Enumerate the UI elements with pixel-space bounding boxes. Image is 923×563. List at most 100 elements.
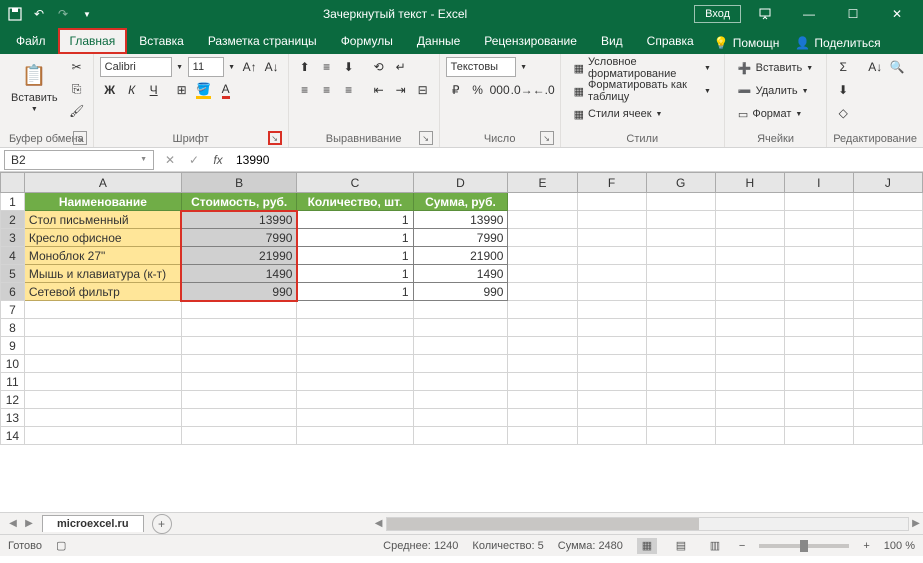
cell[interactable] xyxy=(297,427,413,445)
cell[interactable]: 21990 xyxy=(181,247,297,265)
cell[interactable] xyxy=(784,247,853,265)
cell[interactable] xyxy=(181,301,297,319)
cell[interactable] xyxy=(508,373,577,391)
cell[interactable]: 1 xyxy=(297,283,413,301)
cell[interactable] xyxy=(24,427,181,445)
cell[interactable] xyxy=(715,247,784,265)
cell[interactable]: Наименование xyxy=(24,193,181,211)
cell[interactable] xyxy=(577,301,646,319)
column-header[interactable]: B xyxy=(181,173,297,193)
font-color-icon[interactable]: A xyxy=(216,80,236,100)
row-header[interactable]: 11 xyxy=(1,373,25,391)
cell[interactable]: Стоимость, руб. xyxy=(181,193,297,211)
decrease-decimal-icon[interactable]: ←.0 xyxy=(534,80,554,100)
cell[interactable] xyxy=(853,229,922,247)
cell[interactable]: Сумма, руб. xyxy=(413,193,508,211)
cell[interactable] xyxy=(784,355,853,373)
cell[interactable]: 990 xyxy=(181,283,297,301)
align-bottom-icon[interactable]: ⬇ xyxy=(339,57,359,77)
cell[interactable] xyxy=(413,409,508,427)
cell[interactable] xyxy=(784,211,853,229)
tab-view[interactable]: Вид xyxy=(589,28,635,54)
cell[interactable] xyxy=(646,319,715,337)
copy-icon[interactable]: ⎘ xyxy=(67,79,87,99)
cell[interactable] xyxy=(784,427,853,445)
orientation-icon[interactable]: ⟲ xyxy=(369,57,389,77)
cell[interactable] xyxy=(24,319,181,337)
column-header[interactable]: C xyxy=(297,173,413,193)
cell[interactable] xyxy=(297,373,413,391)
cell[interactable] xyxy=(508,283,577,301)
save-icon[interactable] xyxy=(6,5,24,23)
row-header[interactable]: 8 xyxy=(1,319,25,337)
cell[interactable]: 1 xyxy=(297,265,413,283)
cell[interactable] xyxy=(715,265,784,283)
cell[interactable] xyxy=(297,319,413,337)
tab-insert[interactable]: Вставка xyxy=(127,28,196,54)
font-size-combo[interactable]: 11 xyxy=(188,57,224,77)
row-header[interactable]: 2 xyxy=(1,211,25,229)
cell[interactable]: 21900 xyxy=(413,247,508,265)
row-header[interactable]: 6 xyxy=(1,283,25,301)
underline-button[interactable]: Ч xyxy=(144,80,164,100)
cell[interactable] xyxy=(413,319,508,337)
wrap-text-icon[interactable]: ↵ xyxy=(391,57,411,77)
tab-review[interactable]: Рецензирование xyxy=(472,28,589,54)
tab-page-layout[interactable]: Разметка страницы xyxy=(196,28,329,54)
fill-icon[interactable]: ⬇ xyxy=(833,80,853,100)
name-box[interactable]: B2▼ xyxy=(4,150,154,170)
scroll-left-icon[interactable]: ◀ xyxy=(372,517,386,531)
cell[interactable] xyxy=(181,391,297,409)
cell[interactable]: Стол письменный xyxy=(24,211,181,229)
sheet-tab[interactable]: microexcel.ru xyxy=(42,515,144,532)
cell[interactable] xyxy=(577,373,646,391)
find-select-icon[interactable]: 🔍 xyxy=(887,57,907,77)
cell[interactable] xyxy=(715,193,784,211)
zoom-level[interactable]: 100 % xyxy=(884,540,915,552)
cell[interactable] xyxy=(508,211,577,229)
tab-home[interactable]: Главная xyxy=(58,28,128,54)
cell[interactable] xyxy=(784,337,853,355)
add-sheet-icon[interactable]: + xyxy=(152,514,172,534)
qat-customize-icon[interactable]: ▼ xyxy=(78,5,96,23)
cell[interactable] xyxy=(297,337,413,355)
cell[interactable] xyxy=(577,337,646,355)
cell[interactable] xyxy=(853,427,922,445)
cell[interactable] xyxy=(715,409,784,427)
cell[interactable] xyxy=(508,409,577,427)
cell[interactable] xyxy=(853,283,922,301)
tab-formulas[interactable]: Формулы xyxy=(329,28,405,54)
row-header[interactable]: 10 xyxy=(1,355,25,373)
cell[interactable] xyxy=(853,373,922,391)
page-layout-view-icon[interactable]: ▤ xyxy=(671,538,691,554)
sheet-nav-prev-icon[interactable]: ◀ xyxy=(6,517,20,531)
cell[interactable] xyxy=(508,391,577,409)
cell[interactable] xyxy=(715,229,784,247)
increase-indent-icon[interactable]: ⇥ xyxy=(391,80,411,100)
font-name-combo[interactable]: Calibri xyxy=(100,57,172,77)
align-top-icon[interactable]: ⬆ xyxy=(295,57,315,77)
cell[interactable] xyxy=(715,355,784,373)
enter-icon[interactable]: ✓ xyxy=(182,150,206,170)
cell[interactable] xyxy=(413,337,508,355)
tell-me[interactable]: 💡Помощн xyxy=(706,32,788,54)
cell[interactable] xyxy=(784,391,853,409)
clipboard-launcher[interactable]: ↘ xyxy=(73,131,87,145)
cell[interactable] xyxy=(508,301,577,319)
cell[interactable]: 13990 xyxy=(181,211,297,229)
tab-help[interactable]: Справка xyxy=(635,28,706,54)
cell[interactable]: Моноблок 27" xyxy=(24,247,181,265)
cell[interactable] xyxy=(24,355,181,373)
cell[interactable] xyxy=(646,337,715,355)
cell[interactable] xyxy=(784,265,853,283)
row-header[interactable]: 7 xyxy=(1,301,25,319)
cell[interactable] xyxy=(646,301,715,319)
cell[interactable] xyxy=(24,301,181,319)
cell[interactable] xyxy=(297,355,413,373)
select-all-corner[interactable] xyxy=(1,173,25,193)
cell[interactable] xyxy=(413,355,508,373)
cell[interactable] xyxy=(297,301,413,319)
redo-icon[interactable]: ↷ xyxy=(54,5,72,23)
cell[interactable] xyxy=(297,409,413,427)
cell[interactable]: 7990 xyxy=(413,229,508,247)
